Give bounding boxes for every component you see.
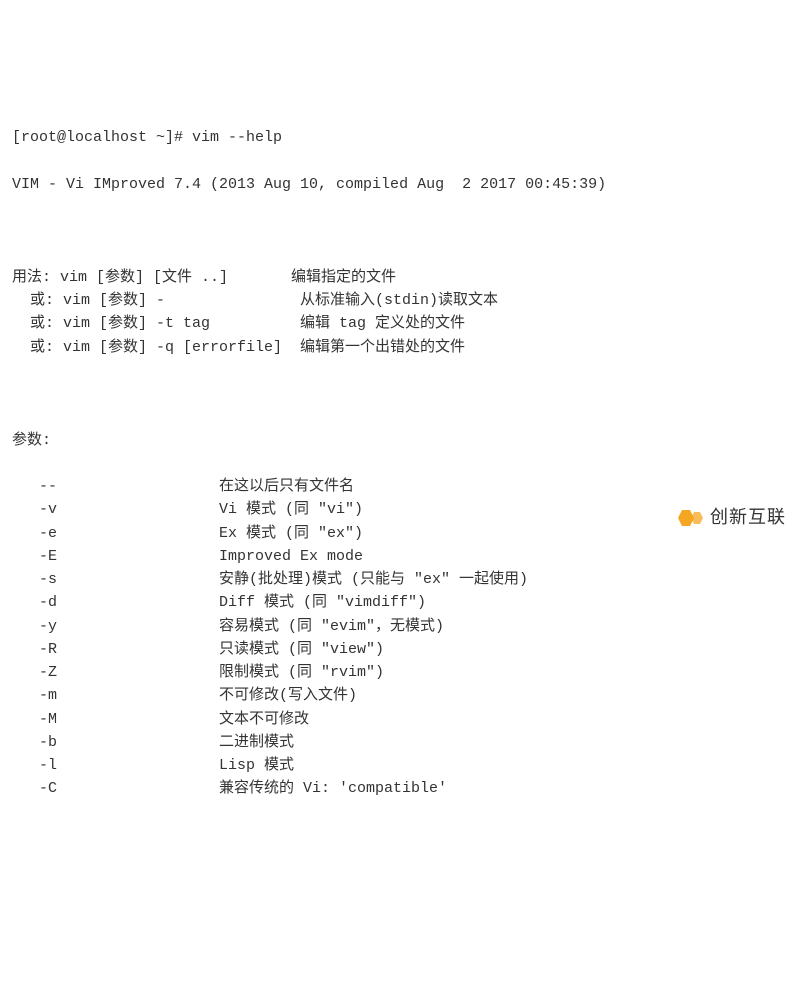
usage-line: 用法: vim [参数] [文件 ..] 编辑指定的文件 bbox=[12, 266, 786, 289]
watermark-text: 创新互联 bbox=[710, 504, 786, 532]
param-line: -d Diff 模式 (同 "vimdiff") bbox=[12, 591, 786, 614]
usage-line: 或: vim [参数] -q [errorfile] 编辑第一个出错处的文件 bbox=[12, 336, 786, 359]
blank-line bbox=[12, 382, 786, 405]
terminal-output: [root@localhost ~]# vim --help VIM - Vi … bbox=[12, 103, 786, 824]
watermark: 创新互联 bbox=[676, 504, 786, 532]
param-line: -E Improved Ex mode bbox=[12, 545, 786, 568]
param-line: -- 在这以后只有文件名 bbox=[12, 475, 786, 498]
param-line: -b 二进制模式 bbox=[12, 731, 786, 754]
param-line: -M 文本不可修改 bbox=[12, 708, 786, 731]
param-line: -e Ex 模式 (同 "ex") bbox=[12, 522, 786, 545]
usage-block: 用法: vim [参数] [文件 ..] 编辑指定的文件 或: vim [参数]… bbox=[12, 266, 786, 359]
usage-line: 或: vim [参数] -t tag 编辑 tag 定义处的文件 bbox=[12, 312, 786, 335]
param-line: -m 不可修改(写入文件) bbox=[12, 684, 786, 707]
param-line: -s 安静(批处理)模式 (只能与 "ex" 一起使用) bbox=[12, 568, 786, 591]
params-block: -- 在这以后只有文件名 -v Vi 模式 (同 "vi") -e Ex 模式 … bbox=[12, 475, 786, 801]
param-line: -y 容易模式 (同 "evim"，无模式) bbox=[12, 615, 786, 638]
param-line: -l Lisp 模式 bbox=[12, 754, 786, 777]
usage-line: 或: vim [参数] - 从标准输入(stdin)读取文本 bbox=[12, 289, 786, 312]
watermark-icon bbox=[676, 506, 706, 530]
params-header: 参数: bbox=[12, 429, 786, 452]
param-line: -v Vi 模式 (同 "vi") bbox=[12, 498, 786, 521]
prompt-line: [root@localhost ~]# vim --help bbox=[12, 126, 786, 149]
version-line: VIM - Vi IMproved 7.4 (2013 Aug 10, comp… bbox=[12, 173, 786, 196]
param-line: -C 兼容传统的 Vi: 'compatible' bbox=[12, 777, 786, 800]
blank-line bbox=[12, 219, 786, 242]
param-line: -R 只读模式 (同 "view") bbox=[12, 638, 786, 661]
param-line: -Z 限制模式 (同 "rvim") bbox=[12, 661, 786, 684]
